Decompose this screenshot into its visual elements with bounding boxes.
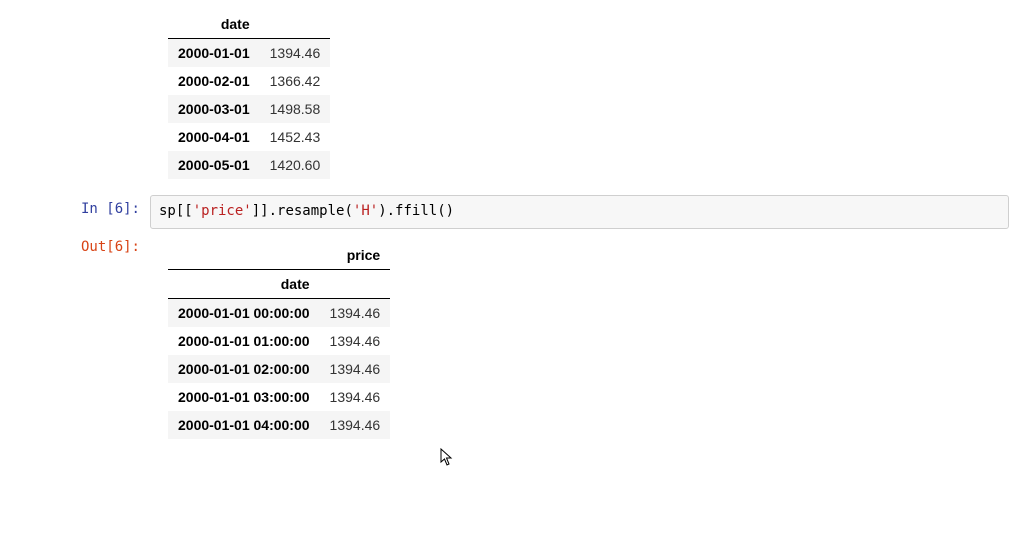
row-index: 2000-01-01 03:00:00 [168,383,320,411]
table-row: 2000-01-01 04:00:001394.46 [168,411,390,439]
table-row: 2000-01-01 00:00:001394.46 [168,298,390,327]
row-value: 1366.42 [260,67,331,95]
code-input[interactable]: sp[['price']].resample('H').ffill() [150,195,1009,229]
previous-output-area: date 2000-01-011394.462000-02-011366.422… [150,2,1024,191]
row-index: 2000-01-01 01:00:00 [168,327,320,355]
row-value: 1394.46 [320,355,391,383]
row-index: 2000-05-01 [168,151,260,179]
table-row: 2000-02-011366.42 [168,67,330,95]
row-value: 1394.46 [320,327,391,355]
notebook: date 2000-01-011394.462000-02-011366.422… [0,0,1024,453]
output-area-6: price date 2000-01-01 00:00:001394.46200… [150,233,1024,451]
index-name-header: date [168,10,260,39]
row-index: 2000-01-01 04:00:00 [168,411,320,439]
row-index: 2000-01-01 00:00:00 [168,298,320,327]
row-index: 2000-02-01 [168,67,260,95]
column-header-price: price [320,241,391,270]
table-row: 2000-05-011420.60 [168,151,330,179]
blank-corner-header [168,241,320,270]
top-tbody: 2000-01-011394.462000-02-011366.422000-0… [168,39,330,180]
code-part: ]].resample( [252,203,353,219]
blank-header [260,10,331,39]
code-part: ).ffill() [378,203,454,219]
row-value: 1420.60 [260,151,331,179]
table-row: 2000-03-011498.58 [168,95,330,123]
row-value: 1394.46 [260,39,331,68]
code-cell-6: In [6]: sp[['price']].resample('H').ffil… [0,193,1024,231]
code-string: 'H' [353,203,378,219]
previous-output-cell: date 2000-01-011394.462000-02-011366.422… [0,0,1024,193]
output-cell-6: Out[6]: price date 2000-01-01 00:00:0013… [0,231,1024,453]
row-value: 1394.46 [320,298,391,327]
code-content: sp[['price']].resample('H').ffill() [150,195,1024,229]
code-string: 'price' [193,203,252,219]
dataframe-top: date 2000-01-011394.462000-02-011366.422… [168,10,330,179]
row-index: 2000-01-01 02:00:00 [168,355,320,383]
row-index: 2000-01-01 [168,39,260,68]
output-prompt: Out[6]: [0,233,150,261]
output-tbody: 2000-01-01 00:00:001394.462000-01-01 01:… [168,298,390,439]
table-row: 2000-04-011452.43 [168,123,330,151]
table-row: 2000-01-01 01:00:001394.46 [168,327,390,355]
table-row: 2000-01-01 02:00:001394.46 [168,355,390,383]
blank-header [320,269,391,298]
code-part: sp[[ [159,203,193,219]
row-index: 2000-04-01 [168,123,260,151]
row-index: 2000-03-01 [168,95,260,123]
input-prompt: In [6]: [0,195,150,223]
row-value: 1394.46 [320,411,391,439]
table-row: 2000-01-011394.46 [168,39,330,68]
index-name-header: date [168,269,320,298]
table-row: 2000-01-01 03:00:001394.46 [168,383,390,411]
dataframe-output: price date 2000-01-01 00:00:001394.46200… [168,241,390,439]
empty-prompt [0,2,150,14]
row-value: 1452.43 [260,123,331,151]
row-value: 1394.46 [320,383,391,411]
row-value: 1498.58 [260,95,331,123]
